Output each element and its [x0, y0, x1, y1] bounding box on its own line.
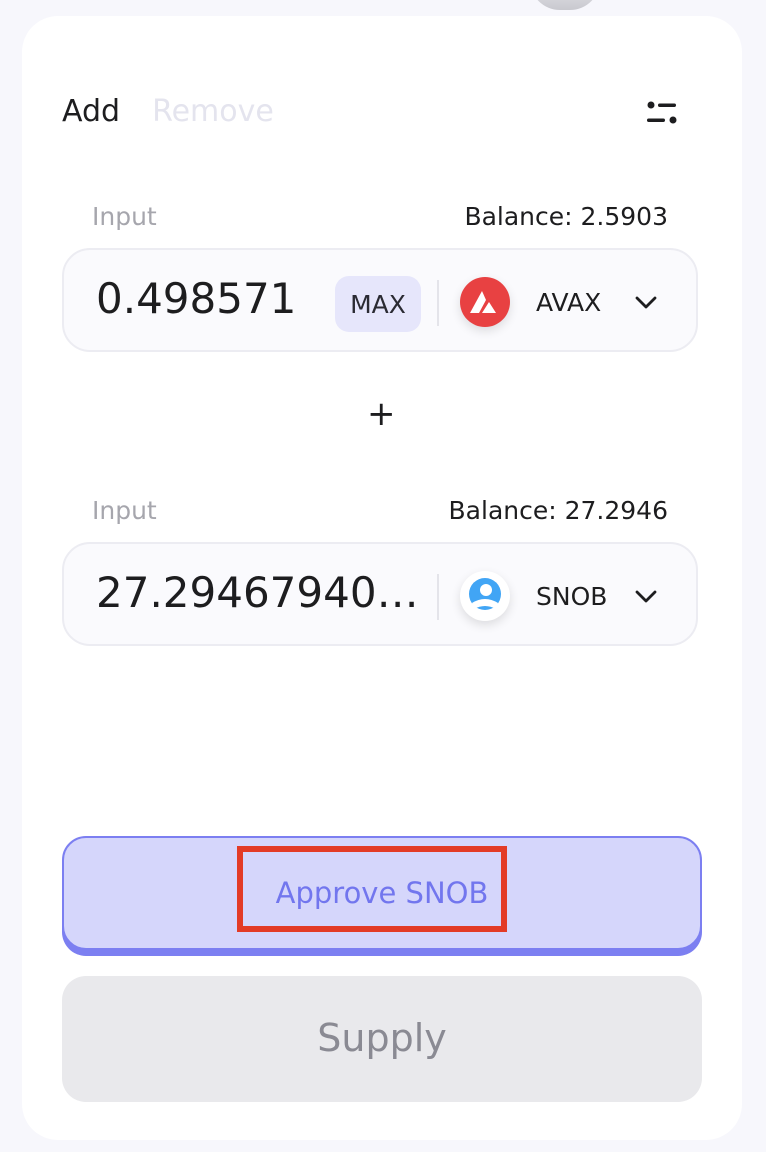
input-a-divider [437, 280, 439, 326]
input-b-label-row: Input Balance: 27.2946 [92, 496, 668, 525]
highlight-box [237, 846, 507, 932]
max-button[interactable]: MAX [335, 276, 421, 332]
avax-logo-icon [460, 277, 510, 327]
chevron-down-icon [635, 296, 657, 309]
tab-bar: Add Remove [62, 94, 274, 129]
supply-button-label: Supply [317, 1016, 447, 1060]
snob-logo-icon [460, 571, 510, 621]
input-b-label: Input [92, 496, 157, 525]
input-b-balance: Balance: 27.2946 [448, 496, 668, 525]
input-a-balance: Balance: 2.5903 [464, 202, 668, 231]
plus-icon: + [367, 394, 396, 434]
input-a-box: 0.498571 MAX AVAX [62, 248, 698, 352]
settings-sliders-icon[interactable] [642, 96, 682, 130]
input-a-label: Input [92, 202, 157, 231]
token-select-avax[interactable]: AVAX [460, 270, 680, 334]
input-b-divider [437, 574, 439, 620]
token-select-snob[interactable]: SNOB [460, 564, 680, 628]
tab-remove[interactable]: Remove [152, 94, 274, 129]
input-b-amount[interactable]: 27.29467940… [96, 568, 426, 617]
input-a-label-row: Input Balance: 2.5903 [92, 202, 668, 231]
supply-button[interactable]: Supply [62, 976, 702, 1102]
chevron-down-icon [635, 590, 657, 603]
input-a-amount[interactable]: 0.498571 [96, 274, 326, 323]
tab-add[interactable]: Add [62, 94, 120, 129]
token-name-avax: AVAX [536, 287, 602, 317]
input-b-box: 27.29467940… SNOB [62, 542, 698, 646]
token-name-snob: SNOB [536, 581, 608, 611]
header-decoration [530, 0, 600, 10]
liquidity-card: Add Remove Input Balance: 2.5903 0.49857… [22, 16, 742, 1140]
